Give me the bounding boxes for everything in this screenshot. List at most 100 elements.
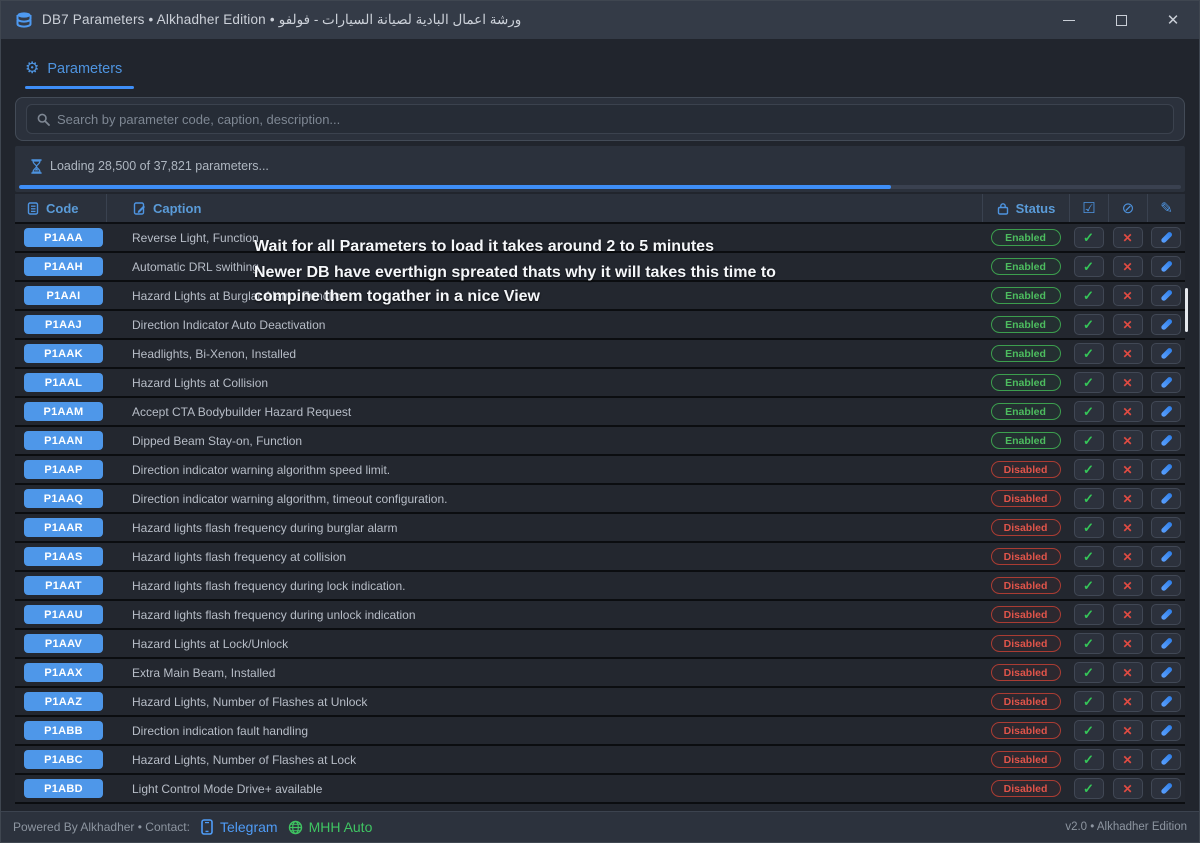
code-badge[interactable]: P1AAA — [24, 228, 103, 247]
enable-button[interactable]: ✓ — [1074, 778, 1104, 799]
code-badge[interactable]: P1AAR — [24, 518, 103, 537]
tab-parameters[interactable]: ⚙ Parameters — [25, 61, 128, 89]
status-badge: Enabled — [991, 258, 1061, 275]
scrollbar-thumb[interactable] — [1185, 288, 1188, 332]
code-badge[interactable]: P1AAQ — [24, 489, 103, 508]
disable-button[interactable]: ✕ — [1113, 227, 1143, 248]
code-badge[interactable]: P1AAS — [24, 547, 103, 566]
mhh-auto-link[interactable]: MHH Auto — [288, 819, 373, 835]
edit-button[interactable] — [1151, 517, 1181, 538]
disable-button[interactable]: ✕ — [1113, 691, 1143, 712]
code-badge[interactable]: P1AAN — [24, 431, 103, 450]
enable-button[interactable]: ✓ — [1074, 546, 1104, 567]
search-input[interactable] — [57, 112, 1163, 127]
header-block-all[interactable]: ⊘ — [1108, 194, 1147, 222]
header-edit[interactable]: ✎ — [1147, 194, 1185, 222]
disable-button[interactable]: ✕ — [1113, 546, 1143, 567]
header-caption[interactable]: Caption — [106, 194, 982, 222]
enable-button[interactable]: ✓ — [1074, 517, 1104, 538]
telegram-link[interactable]: Telegram — [200, 819, 278, 835]
code-badge[interactable]: P1AAL — [24, 373, 103, 392]
enable-button[interactable]: ✓ — [1074, 691, 1104, 712]
code-badge[interactable]: P1AAX — [24, 663, 103, 682]
close-button[interactable]: ✕ — [1147, 1, 1199, 39]
header-code[interactable]: Code — [15, 194, 106, 222]
disable-button[interactable]: ✕ — [1113, 430, 1143, 451]
enable-button[interactable]: ✓ — [1074, 662, 1104, 683]
maximize-button[interactable] — [1095, 1, 1147, 39]
enable-button[interactable]: ✓ — [1074, 285, 1104, 306]
code-badge[interactable]: P1AAM — [24, 402, 103, 421]
edit-button[interactable] — [1151, 604, 1181, 625]
edit-button[interactable] — [1151, 662, 1181, 683]
code-badge[interactable]: P1AAT — [24, 576, 103, 595]
code-badge[interactable]: P1ABB — [24, 721, 103, 740]
disable-button[interactable]: ✕ — [1113, 575, 1143, 596]
disable-button[interactable]: ✕ — [1113, 749, 1143, 770]
edit-button[interactable] — [1151, 459, 1181, 480]
enable-button[interactable]: ✓ — [1074, 720, 1104, 741]
enable-button[interactable]: ✓ — [1074, 401, 1104, 422]
edit-button[interactable] — [1151, 575, 1181, 596]
disable-button[interactable]: ✕ — [1113, 633, 1143, 654]
enable-button[interactable]: ✓ — [1074, 749, 1104, 770]
edit-button[interactable] — [1151, 720, 1181, 741]
edit-button[interactable] — [1151, 343, 1181, 364]
edit-button[interactable] — [1151, 778, 1181, 799]
code-badge[interactable]: P1AAP — [24, 460, 103, 479]
disable-button[interactable]: ✕ — [1113, 314, 1143, 335]
enable-button[interactable]: ✓ — [1074, 372, 1104, 393]
edit-button[interactable] — [1151, 372, 1181, 393]
disable-button[interactable]: ✕ — [1113, 662, 1143, 683]
code-badge[interactable]: P1AAZ — [24, 692, 103, 711]
code-badge[interactable]: P1AAH — [24, 257, 103, 276]
enable-button[interactable]: ✓ — [1074, 314, 1104, 335]
disable-button[interactable]: ✕ — [1113, 285, 1143, 306]
enable-button[interactable]: ✓ — [1074, 256, 1104, 277]
disable-button[interactable]: ✕ — [1113, 720, 1143, 741]
enable-button[interactable]: ✓ — [1074, 343, 1104, 364]
disable-button[interactable]: ✕ — [1113, 517, 1143, 538]
disable-button[interactable]: ✕ — [1113, 343, 1143, 364]
disable-button[interactable]: ✕ — [1113, 778, 1143, 799]
disable-button[interactable]: ✕ — [1113, 488, 1143, 509]
edit-button[interactable] — [1151, 256, 1181, 277]
edit-button[interactable] — [1151, 633, 1181, 654]
disable-button[interactable]: ✕ — [1113, 256, 1143, 277]
search-box[interactable] — [26, 104, 1174, 134]
disable-button[interactable]: ✕ — [1113, 401, 1143, 422]
edit-button[interactable] — [1151, 314, 1181, 335]
code-badge[interactable]: P1AAV — [24, 634, 103, 653]
code-badge[interactable]: P1AAU — [24, 605, 103, 624]
enable-button[interactable]: ✓ — [1074, 633, 1104, 654]
status-badge: Enabled — [991, 374, 1061, 391]
code-badge[interactable]: P1AAI — [24, 286, 103, 305]
minimize-button[interactable] — [1043, 1, 1095, 39]
caption-cell: Hazard lights flash frequency during unl… — [106, 608, 982, 622]
edit-button[interactable] — [1151, 488, 1181, 509]
edit-button[interactable] — [1151, 227, 1181, 248]
loading-status-text: Loading 28,500 of 37,821 parameters... — [50, 159, 269, 173]
edit-button[interactable] — [1151, 285, 1181, 306]
disable-button[interactable]: ✕ — [1113, 372, 1143, 393]
header-status[interactable]: Status — [982, 194, 1069, 222]
disable-button[interactable]: ✕ — [1113, 604, 1143, 625]
enable-button[interactable]: ✓ — [1074, 604, 1104, 625]
code-badge[interactable]: P1AAK — [24, 344, 103, 363]
header-select-all[interactable]: ☑ — [1069, 194, 1108, 222]
enable-button[interactable]: ✓ — [1074, 575, 1104, 596]
enable-button[interactable]: ✓ — [1074, 459, 1104, 480]
code-badge[interactable]: P1ABD — [24, 779, 103, 798]
edit-button[interactable] — [1151, 546, 1181, 567]
code-badge[interactable]: P1AAJ — [24, 315, 103, 334]
edit-button[interactable] — [1151, 749, 1181, 770]
edit-button[interactable] — [1151, 691, 1181, 712]
enable-button[interactable]: ✓ — [1074, 488, 1104, 509]
caption-cell: Direction indicator warning algorithm sp… — [106, 463, 982, 477]
enable-button[interactable]: ✓ — [1074, 227, 1104, 248]
edit-button[interactable] — [1151, 401, 1181, 422]
disable-button[interactable]: ✕ — [1113, 459, 1143, 480]
enable-button[interactable]: ✓ — [1074, 430, 1104, 451]
code-badge[interactable]: P1ABC — [24, 750, 103, 769]
edit-button[interactable] — [1151, 430, 1181, 451]
